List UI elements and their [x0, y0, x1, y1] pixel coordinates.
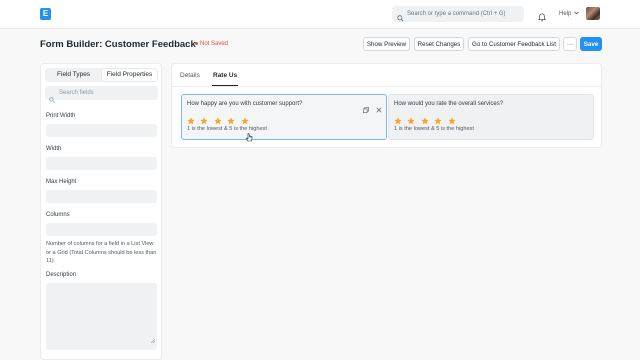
field-description: 1 is the lowest & 5 is the highest — [394, 126, 474, 132]
field-actions — [360, 100, 382, 118]
help-menu[interactable]: Help — [559, 8, 579, 20]
star-icon[interactable] — [214, 117, 222, 125]
width-input[interactable] — [46, 157, 157, 170]
pointer-cursor-icon — [246, 130, 253, 148]
columns-help-text: Number of columns for a field in a List … — [46, 241, 157, 264]
field-label: How happy are you with customer support? — [187, 101, 303, 107]
duplicate-icon[interactable] — [362, 100, 369, 118]
tab-field-types[interactable]: Field Types — [46, 69, 101, 81]
bell-icon[interactable] — [537, 9, 547, 27]
navbar: E Search or type a command (Ctrl + G) He… — [0, 0, 640, 29]
reset-changes-button[interactable]: Reset Changes — [414, 37, 464, 51]
user-avatar[interactable] — [586, 7, 600, 20]
resize-grip-icon[interactable] — [150, 330, 156, 348]
awesome-bar-search[interactable]: Search or type a command (Ctrl + G) — [392, 6, 524, 22]
go-to-list-button[interactable]: Go to Customer Feedback List — [468, 37, 560, 51]
not-saved-indicator: Not Saved — [195, 40, 228, 49]
status-dot — [195, 41, 198, 45]
field-label: How would you rate the overall services? — [394, 101, 504, 107]
columns-input[interactable] — [46, 223, 157, 236]
star-icon[interactable] — [434, 117, 442, 125]
close-icon[interactable] — [376, 100, 382, 118]
star-icon[interactable] — [421, 117, 429, 125]
search-placeholder: Search or type a command (Ctrl + G) — [407, 11, 506, 17]
page-title: Form Builder: Customer Feedback — [40, 39, 196, 50]
star-rating[interactable] — [394, 112, 457, 125]
tab-rate-us[interactable]: Rate Us — [213, 72, 237, 79]
search-fields-placeholder: Search fields — [59, 90, 94, 96]
search-icon — [49, 90, 55, 108]
search-icon — [397, 9, 404, 27]
form-canvas: Details Rate Us How happy are you with c… — [171, 63, 602, 148]
tabs-divider — [172, 86, 601, 87]
app-logo[interactable]: E — [40, 8, 51, 20]
star-icon[interactable] — [448, 117, 456, 125]
help-label: Help — [559, 11, 572, 17]
star-rating[interactable] — [187, 112, 250, 125]
width-label: Width — [46, 146, 62, 152]
print-width-label: Print Width — [46, 113, 76, 119]
sidebar-tabs: Field Types Field Properties — [45, 68, 158, 82]
star-icon[interactable] — [187, 117, 195, 125]
rating-field-customer-support[interactable]: How happy are you with customer support?… — [181, 94, 387, 140]
star-icon[interactable] — [241, 117, 249, 125]
rating-field-overall-services[interactable]: How would you rate the overall services?… — [388, 94, 594, 140]
print-width-input[interactable] — [46, 124, 157, 137]
max-height-input[interactable] — [46, 190, 157, 203]
field-description: 1 is the lowest & 5 is the highest — [187, 126, 267, 132]
not-saved-label: Not Saved — [200, 41, 229, 47]
star-icon[interactable] — [407, 117, 416, 125]
description-textarea[interactable] — [46, 283, 157, 350]
columns-label: Columns — [46, 212, 70, 218]
star-icon[interactable] — [227, 117, 235, 125]
tab-field-properties[interactable]: Field Properties — [102, 69, 157, 81]
chevron-down-icon — [573, 11, 579, 17]
show-preview-button[interactable]: Show Preview — [363, 37, 410, 51]
more-actions-button[interactable]: ··· — [563, 37, 577, 51]
max-height-label: Max Height — [46, 179, 77, 185]
tab-details[interactable]: Details — [180, 72, 200, 79]
description-label: Description — [46, 272, 77, 278]
star-icon[interactable] — [394, 117, 402, 125]
search-fields-input[interactable]: Search fields — [45, 86, 158, 103]
field-sidebar: Field Types Field Properties Search fiel… — [40, 63, 162, 360]
save-button[interactable]: Save — [580, 37, 602, 51]
star-icon[interactable] — [200, 117, 209, 125]
